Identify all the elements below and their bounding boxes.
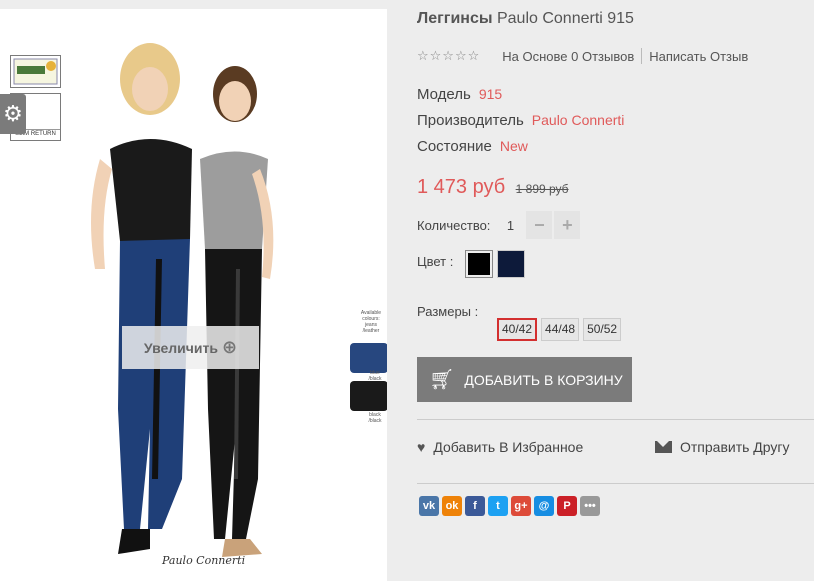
quantity-input[interactable] bbox=[496, 211, 525, 239]
mail-ru-icon[interactable]: @ bbox=[534, 496, 554, 516]
quantity-label: Количество: bbox=[417, 217, 491, 233]
sizes-label: Размеры : bbox=[417, 304, 479, 319]
add-to-cart-button[interactable]: 🛒︎ ДОБАВИТЬ В КОРЗИНУ bbox=[417, 357, 632, 402]
size-option-50-52[interactable]: 50/52 bbox=[583, 318, 622, 341]
side-swatch-black bbox=[350, 381, 387, 411]
brand-signature: Paulo Connerti bbox=[162, 554, 246, 567]
condition-label: Состояние bbox=[417, 138, 492, 155]
rating-stars-icon[interactable]: ☆☆☆☆☆ bbox=[417, 48, 480, 64]
condition-value: New bbox=[499, 138, 528, 154]
zoom-in-icon: ⊕ bbox=[222, 337, 238, 357]
quantity-row: Количество: − + bbox=[417, 211, 581, 239]
add-to-wishlist-link[interactable]: ♥ Добавить В Избранное bbox=[417, 439, 583, 455]
certification-badge bbox=[10, 55, 61, 88]
color-label: Цвет : bbox=[417, 254, 454, 269]
more-icon[interactable]: ••• bbox=[580, 496, 600, 516]
envelope-icon bbox=[655, 441, 672, 453]
gear-icon: ⚙ bbox=[3, 101, 23, 126]
color-swatch-black[interactable] bbox=[465, 250, 494, 278]
model-row: Модель 915 bbox=[417, 86, 502, 103]
condition-row: Состояние New bbox=[417, 138, 528, 155]
product-title: Леггинсы Paulo Connerti 915 bbox=[417, 10, 634, 28]
pinterest-icon[interactable]: P bbox=[557, 496, 577, 516]
zoom-button[interactable]: Увеличить ⊕ bbox=[122, 326, 259, 369]
model-left bbox=[91, 43, 192, 554]
model-label: Модель bbox=[417, 86, 471, 103]
heart-icon: ♥ bbox=[417, 439, 426, 455]
side-swatch-blue bbox=[350, 343, 387, 373]
color-row: Цвет : bbox=[417, 250, 526, 278]
product-name: Paulo Connerti 915 bbox=[496, 10, 634, 27]
google-plus-icon[interactable]: g+ bbox=[511, 496, 531, 516]
share-buttons: vk ok f t g+ @ P ••• bbox=[419, 496, 600, 516]
sizes-row: 40/42 44/48 50/52 bbox=[497, 318, 622, 341]
available-colours-label: Available colours: jeans /leather bbox=[360, 310, 382, 334]
reviews-count-link[interactable]: На Основе 0 Отзывов bbox=[502, 49, 634, 64]
quantity-plus-button[interactable]: + bbox=[554, 211, 581, 239]
wishlist-label: Добавить В Избранное bbox=[433, 439, 584, 455]
price-old: 1 899 руб bbox=[515, 182, 569, 196]
manufacturer-label: Производитель bbox=[417, 112, 524, 129]
zoom-label: Увеличить bbox=[143, 339, 218, 356]
price-current: 1 473 руб bbox=[417, 176, 506, 198]
model-value: 915 bbox=[478, 86, 503, 102]
manufacturer-link[interactable]: Paulo Connerti bbox=[532, 112, 625, 128]
price-row: 1 473 руб 1 899 руб bbox=[417, 176, 569, 199]
cart-icon: 🛒︎ bbox=[429, 369, 455, 391]
side-swatch-black-label: black /black bbox=[368, 412, 382, 424]
settings-gear-button[interactable]: ⚙ bbox=[0, 94, 26, 134]
model-right bbox=[200, 66, 274, 557]
color-swatch-navy[interactable] bbox=[497, 250, 526, 278]
twitter-icon[interactable]: t bbox=[488, 496, 508, 516]
rating-separator bbox=[641, 48, 643, 64]
size-option-40-42[interactable]: 40/42 bbox=[497, 318, 538, 341]
manufacturer-row: Производитель Paulo Connerti bbox=[417, 112, 624, 129]
send-to-friend-link[interactable]: Отправить Другу bbox=[655, 439, 790, 455]
size-option-44-48[interactable]: 44/48 bbox=[541, 318, 580, 341]
divider bbox=[417, 419, 814, 420]
send-label: Отправить Другу bbox=[680, 439, 790, 455]
quantity-minus-button[interactable]: − bbox=[526, 211, 553, 239]
add-to-cart-label: ДОБАВИТЬ В КОРЗИНУ bbox=[464, 371, 623, 388]
product-image-panel[interactable]: SLIM RETURN ⚙ Увеличить ⊕ Available colo… bbox=[0, 9, 387, 581]
write-review-link[interactable]: Написать Отзыв bbox=[649, 49, 748, 64]
divider bbox=[417, 483, 814, 484]
rating-row: ☆☆☆☆☆ На Основе 0 Отзывов Написать Отзыв bbox=[417, 48, 748, 64]
facebook-icon[interactable]: f bbox=[465, 496, 485, 516]
odnoklassniki-icon[interactable]: ok bbox=[442, 496, 462, 516]
vk-icon[interactable]: vk bbox=[419, 496, 439, 516]
product-category: Леггинсы bbox=[417, 10, 493, 27]
